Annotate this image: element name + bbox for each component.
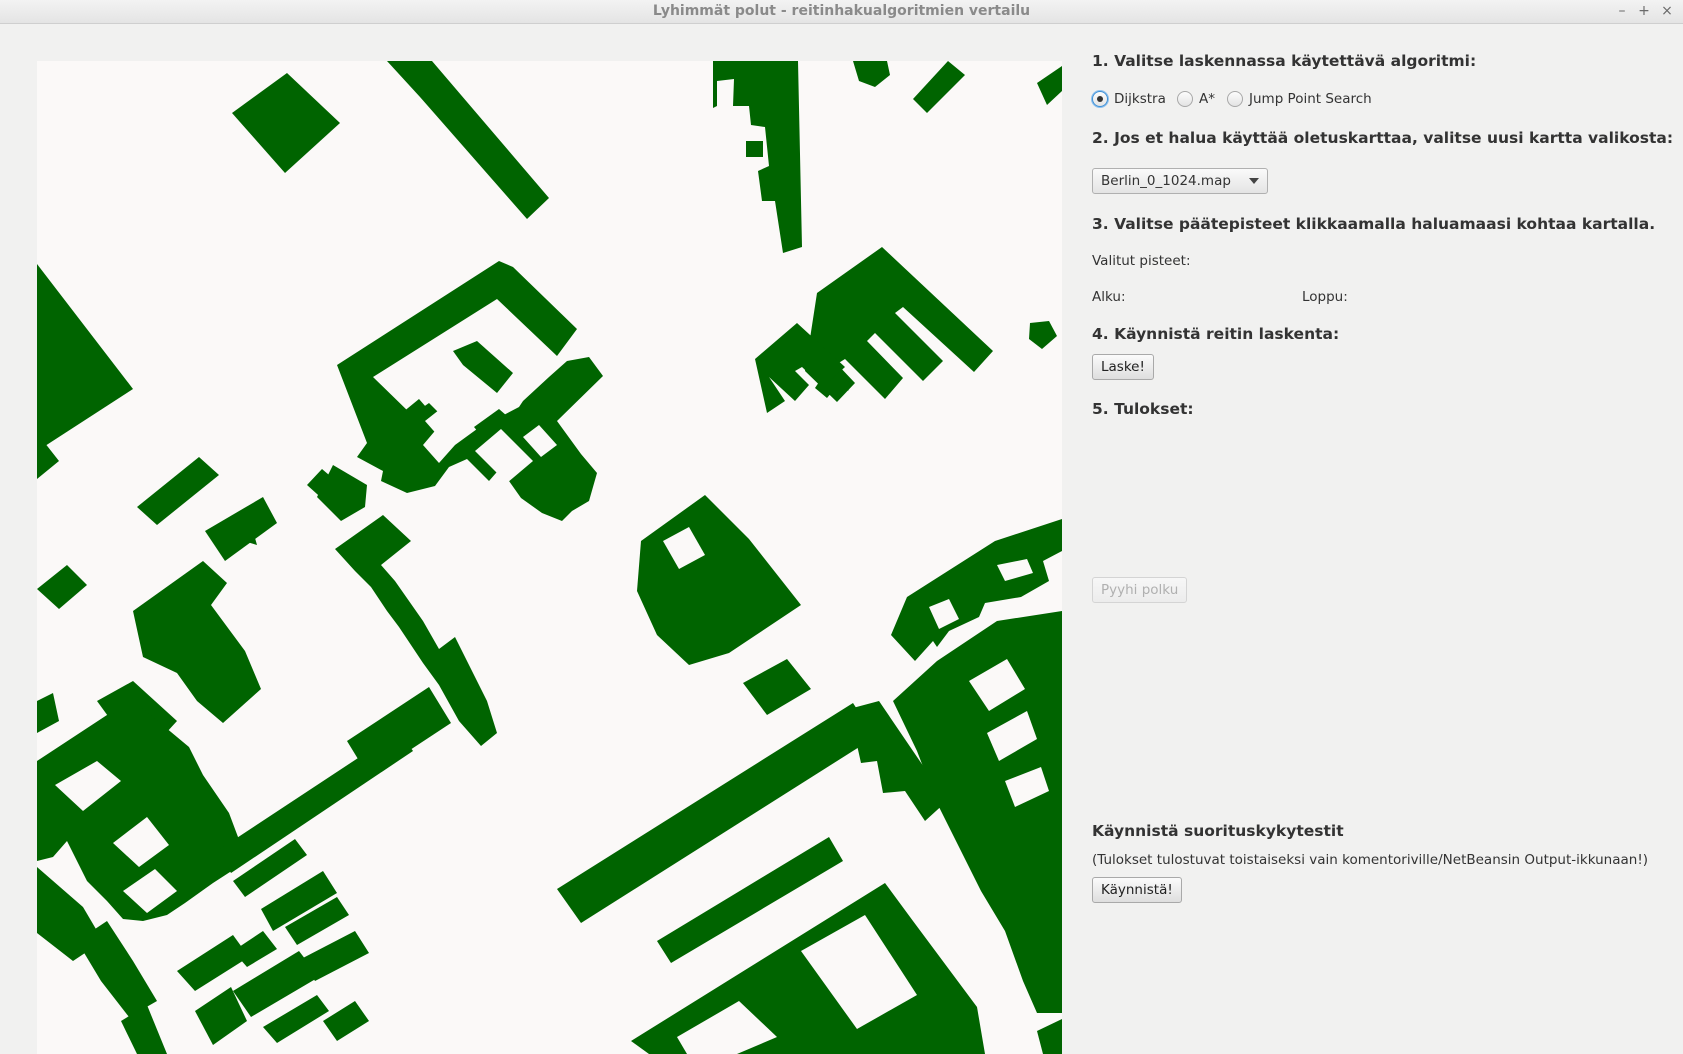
building — [631, 883, 985, 1054]
map-select[interactable]: Berlin_0_1024.map — [1092, 168, 1268, 194]
building — [637, 495, 801, 665]
radio-label: Jump Point Search — [1249, 91, 1372, 107]
building — [137, 457, 219, 525]
building — [557, 703, 875, 923]
building — [37, 565, 87, 609]
radio-dot-icon[interactable] — [1177, 91, 1193, 107]
radio-label: Dijkstra — [1114, 91, 1166, 107]
building — [754, 104, 774, 119]
building — [1037, 1019, 1062, 1054]
building — [37, 693, 59, 733]
step2-heading: 2. Jos et halua käyttää oletuskarttaa, v… — [1092, 129, 1674, 147]
building — [37, 264, 133, 446]
building — [323, 1001, 369, 1041]
building — [337, 261, 603, 521]
radio-label: A* — [1199, 91, 1215, 107]
building — [853, 61, 890, 87]
map-canvas[interactable] — [37, 61, 1062, 1054]
radio-dijkstra[interactable]: Dijkstra — [1092, 91, 1166, 107]
perf-test-note: (Tulokset tulostuvat toistaiseksi vain k… — [1092, 852, 1649, 868]
building — [453, 341, 513, 393]
building — [805, 247, 993, 402]
radio-jps[interactable]: Jump Point Search — [1227, 91, 1372, 107]
building — [177, 935, 249, 991]
building — [746, 141, 763, 157]
window-title: Lyhimmät polut - reitinhakualgoritmien v… — [652, 3, 1031, 19]
map-select-value: Berlin_0_1024.map — [1101, 173, 1231, 189]
perf-test-button[interactable]: Käynnistä! — [1092, 877, 1182, 903]
radio-dot-icon[interactable] — [1227, 91, 1243, 107]
step4-heading: 4. Käynnistä reitin laskenta: — [1092, 325, 1340, 343]
step3-heading: 3. Valitse päätepisteet klikkaamalla hal… — [1092, 215, 1656, 233]
step5-heading: 5. Tulokset: — [1092, 400, 1194, 418]
building — [347, 687, 451, 777]
perf-test-heading: Käynnistä suorituskykytestit — [1092, 822, 1344, 840]
end-label: Loppu: — [1302, 289, 1348, 305]
building — [1029, 321, 1057, 349]
minimize-icon[interactable]: – — [1614, 3, 1630, 19]
close-icon[interactable]: × — [1659, 3, 1675, 19]
building — [913, 61, 965, 113]
building — [1037, 66, 1062, 105]
selected-points-label: Valitut pisteet: — [1092, 253, 1191, 269]
building — [743, 659, 811, 715]
radio-dot-icon[interactable] — [1092, 91, 1108, 107]
clear-path-button[interactable]: Pyyhi polku — [1092, 577, 1188, 603]
building — [387, 61, 549, 219]
maximize-icon[interactable]: + — [1636, 3, 1652, 19]
building — [205, 497, 277, 561]
building — [232, 73, 340, 173]
calculate-button[interactable]: Laske! — [1092, 354, 1154, 380]
start-label: Alku: — [1092, 289, 1126, 305]
map-obstacles — [37, 61, 1062, 1054]
step1-heading: 1. Valitse laskennassa käytettävä algori… — [1092, 52, 1477, 70]
building — [77, 921, 157, 1017]
radio-astar[interactable]: A* — [1177, 91, 1215, 107]
chevron-down-icon — [1249, 178, 1259, 184]
title-bar: Lyhimmät polut - reitinhakualgoritmien v… — [0, 0, 1683, 24]
